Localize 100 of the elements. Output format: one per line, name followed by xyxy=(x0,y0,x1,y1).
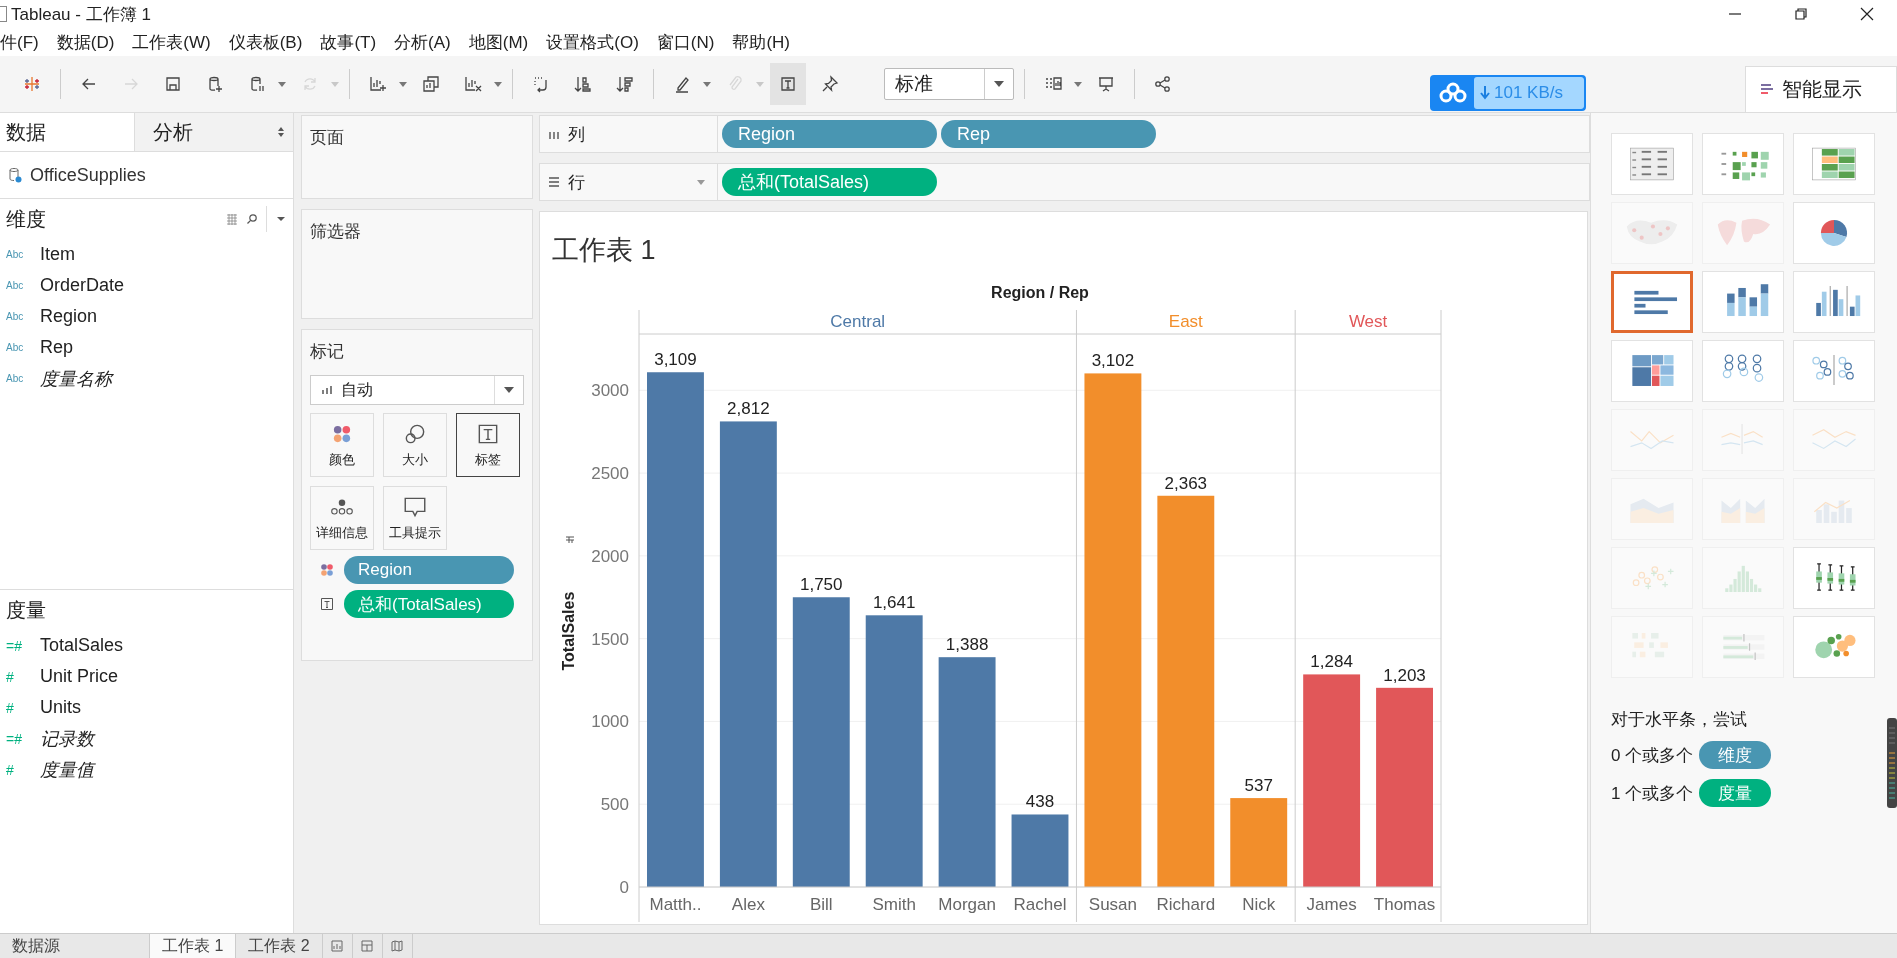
region-header: Central xyxy=(830,312,886,331)
list-view-icon[interactable] xyxy=(226,213,238,225)
category-label: Smith xyxy=(872,895,916,914)
mark-type-dropdown[interactable]: 自动 xyxy=(310,375,524,405)
data-label: 3,109 xyxy=(654,350,697,370)
bar[interactable] xyxy=(792,597,850,887)
updown-icon[interactable] xyxy=(277,126,285,138)
menu-item[interactable]: 工作表(W) xyxy=(132,30,211,54)
string-type-icon: Abc xyxy=(6,342,28,353)
axis-tick-label: 3000 xyxy=(591,381,629,401)
field-name: TotalSales xyxy=(40,635,124,656)
measure-field[interactable]: =# 记录数 xyxy=(0,723,293,754)
menu-item[interactable]: 故事(T) xyxy=(320,30,377,54)
region-header: West xyxy=(1348,312,1388,331)
detail-button[interactable]: 详细信息 xyxy=(310,486,374,550)
measure-field[interactable]: # Unit Price xyxy=(0,661,293,692)
layout-icon xyxy=(361,940,374,952)
sheet-title: 工作表 1 xyxy=(551,234,657,262)
dimension-field[interactable]: Abc OrderDate xyxy=(0,270,293,301)
size-button[interactable]: 大小 xyxy=(383,413,447,477)
sort-icon[interactable] xyxy=(565,536,575,544)
caret-icon[interactable] xyxy=(399,81,407,87)
field-name: 度量名称 xyxy=(40,367,112,391)
dimension-field[interactable]: Abc Rep xyxy=(0,332,293,363)
requirement-pill: 维度 xyxy=(1699,741,1772,769)
caret-icon xyxy=(993,80,1005,88)
axis-title: Region / Rep xyxy=(991,284,1089,301)
menu-item[interactable]: 分析(A) xyxy=(394,30,451,54)
region-header: East xyxy=(1168,312,1203,331)
data-label: 1,750 xyxy=(800,575,843,595)
number-type-icon: # xyxy=(6,699,28,716)
label-button[interactable]: 标签 xyxy=(456,413,520,477)
data-label: 438 xyxy=(1025,792,1055,812)
cloud-icon xyxy=(1438,82,1468,104)
sheet-tab[interactable]: 工作表 2 xyxy=(236,934,323,958)
bar[interactable] xyxy=(1011,814,1069,887)
bar[interactable] xyxy=(719,421,777,887)
search-icon[interactable] xyxy=(246,213,258,225)
dimension-field[interactable]: Abc Item xyxy=(0,239,293,270)
tooltip-button[interactable]: 工具提示 xyxy=(383,486,447,550)
field-name: Units xyxy=(40,697,81,718)
menu-item[interactable]: 地图(M) xyxy=(468,30,529,54)
category-label: Nick xyxy=(1242,895,1276,914)
pane-tab[interactable]: 分析 xyxy=(134,113,293,151)
axis-tick-label: 2500 xyxy=(591,464,629,484)
axis-tick-label: 1000 xyxy=(591,712,629,732)
axis-tick-label: 500 xyxy=(600,795,629,815)
pane-tab[interactable]: 数据 xyxy=(0,113,134,151)
book-icon xyxy=(391,940,404,952)
field-name: 度量值 xyxy=(40,758,94,782)
bar[interactable] xyxy=(865,615,923,887)
data-label: 2,363 xyxy=(1164,473,1208,493)
number-type-icon: # xyxy=(6,761,28,778)
window-title: Tableau - 工作簿 1 xyxy=(11,3,151,26)
bar[interactable] xyxy=(1303,674,1361,887)
measure-field[interactable]: =# TotalSales xyxy=(0,630,293,661)
download-speed: 101 KB/s xyxy=(1494,83,1563,103)
color-encoding-icon xyxy=(320,563,334,577)
dimension-field[interactable]: Abc 度量名称 xyxy=(0,363,293,394)
sheet-tab[interactable]: 工作表 1 xyxy=(150,934,237,958)
category-label: Matth.. xyxy=(649,895,702,914)
datasource-name[interactable]: OfficeSupplies xyxy=(30,164,146,186)
card-title: 页面 xyxy=(310,127,344,149)
rows-icon xyxy=(548,176,560,188)
bars-icon xyxy=(1760,83,1774,96)
measure-field[interactable]: # Units xyxy=(0,692,293,723)
axis-title: TotalSales xyxy=(560,591,577,671)
menu-item[interactable]: 窗口(N) xyxy=(656,30,715,54)
category-label: Thomas xyxy=(1373,895,1436,914)
card-title: 筛选器 xyxy=(310,221,361,243)
hint-text: 对于水平条，尝试 xyxy=(1611,709,1748,731)
number-type-icon: # xyxy=(6,668,28,685)
dimension-field[interactable]: Abc Region xyxy=(0,301,293,332)
field-name: Item xyxy=(40,244,75,265)
data-label: 3,102 xyxy=(1091,351,1135,371)
caret-icon[interactable] xyxy=(494,81,502,87)
measure-field[interactable]: # 度量值 xyxy=(0,754,293,785)
string-type-icon: Abc xyxy=(6,249,28,260)
caret-icon[interactable] xyxy=(703,81,711,87)
bar[interactable] xyxy=(938,657,996,887)
labels-button[interactable] xyxy=(770,63,806,105)
field-name: Rep xyxy=(40,337,74,358)
caret-icon[interactable] xyxy=(278,81,286,87)
fit-dropdown[interactable]: 标准 xyxy=(884,68,1014,100)
menu-item[interactable]: 件(F) xyxy=(0,30,39,54)
color-button[interactable]: 颜色 xyxy=(310,413,374,477)
field-name: OrderDate xyxy=(40,275,125,296)
caret-icon[interactable] xyxy=(1074,81,1082,87)
restore-icon[interactable] xyxy=(1793,6,1809,22)
menu-item[interactable]: 帮助(H) xyxy=(732,30,790,54)
show-me-tab[interactable]: 智能显示 xyxy=(1745,66,1897,112)
menu-item[interactable]: 设置格式(O) xyxy=(546,30,639,54)
card-title: 标记 xyxy=(310,341,345,363)
menu-item[interactable]: 仪表板(B) xyxy=(228,30,303,54)
category-label: Bill xyxy=(809,895,833,914)
caret-icon xyxy=(503,386,515,394)
category-label: Rachel xyxy=(1013,895,1067,914)
chart-type-button[interactable] xyxy=(1611,271,1693,333)
close-icon[interactable] xyxy=(1859,6,1875,22)
menu-item[interactable]: 数据(D) xyxy=(56,30,115,54)
